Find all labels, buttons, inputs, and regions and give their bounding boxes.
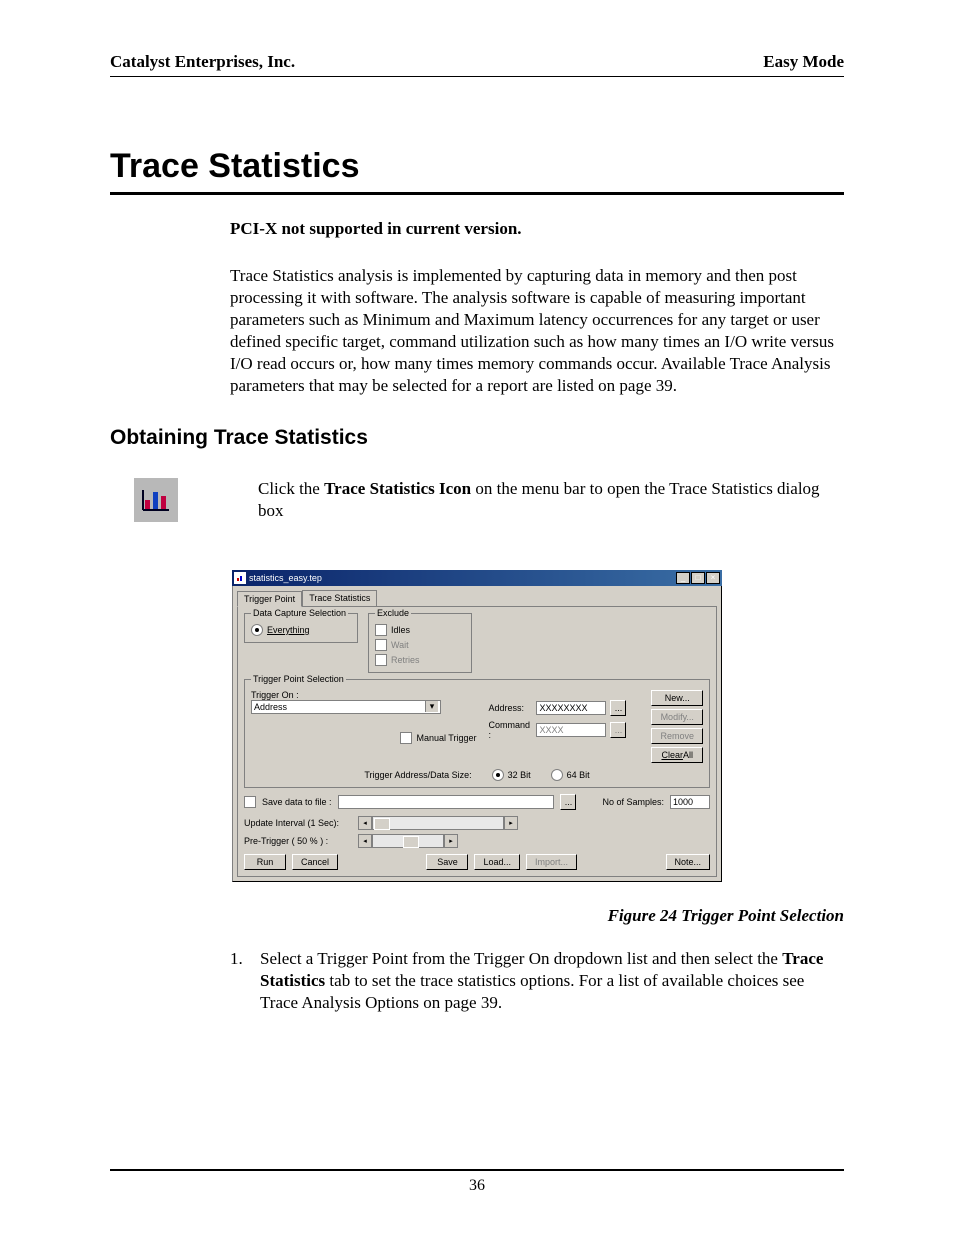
radio-everything[interactable] xyxy=(251,624,263,636)
tab-trace-statistics[interactable]: Trace Statistics xyxy=(302,590,377,606)
app-icon xyxy=(234,572,246,584)
chevron-down-icon: ▾ xyxy=(425,701,438,712)
group-trigger-title: Trigger Point Selection xyxy=(251,674,346,684)
tab-trigger-point[interactable]: Trigger Point xyxy=(237,591,302,607)
command-input xyxy=(536,723,606,737)
pre-trigger-slider[interactable]: ◂ ▸ xyxy=(358,834,458,848)
new-button[interactable]: New... xyxy=(651,690,703,706)
trigger-on-value: Address xyxy=(254,702,287,712)
modify-button: Modify... xyxy=(651,709,703,725)
step-number: 1. xyxy=(230,948,260,1014)
radio-64bit[interactable] xyxy=(551,769,563,781)
address-browse-button[interactable]: ... xyxy=(610,700,626,716)
close-button[interactable]: × xyxy=(706,572,720,584)
step-text: Select a Trigger Point from the Trigger … xyxy=(260,948,844,1014)
maximize-button[interactable]: □ xyxy=(691,572,705,584)
arrow-left-icon[interactable]: ◂ xyxy=(358,834,372,848)
dialog-titlebar[interactable]: statistics_easy.tep _ □ × xyxy=(232,570,722,586)
group-exclude-title: Exclude xyxy=(375,608,411,618)
import-button: Import... xyxy=(526,854,577,870)
command-label: Command : xyxy=(488,720,532,740)
load-button[interactable]: Load... xyxy=(474,854,520,870)
instruction-bold: Trace Statistics Icon xyxy=(324,479,471,498)
checkbox-wait xyxy=(375,639,387,651)
arrow-left-icon[interactable]: ◂ xyxy=(358,816,372,830)
run-button[interactable]: Run xyxy=(244,854,286,870)
header-right: Easy Mode xyxy=(763,52,844,72)
minimize-button[interactable]: _ xyxy=(676,572,690,584)
warning-note: PCI-X not supported in current version. xyxy=(230,219,844,239)
instruction-pre: Click the xyxy=(258,479,324,498)
header-left: Catalyst Enterprises, Inc. xyxy=(110,52,295,72)
checkbox-manual-trigger[interactable] xyxy=(400,732,412,744)
step1-post: tab to set the trace statistics options.… xyxy=(260,971,804,1012)
page-number: 36 xyxy=(0,1177,954,1195)
arrow-right-icon[interactable]: ▸ xyxy=(444,834,458,848)
label-wait: Wait xyxy=(391,640,409,650)
save-button[interactable]: Save xyxy=(426,854,468,870)
address-label: Address: xyxy=(488,703,532,713)
trigger-on-select[interactable]: Address ▾ xyxy=(251,700,441,714)
label-everything: Everything xyxy=(267,625,310,635)
samples-label: No of Samples: xyxy=(602,797,664,807)
note-button[interactable]: Note... xyxy=(666,854,711,870)
clear-all-button[interactable]: Clear All xyxy=(651,747,703,763)
pre-trigger-label: Pre-Trigger ( 50 % ) : xyxy=(244,836,354,846)
checkbox-retries xyxy=(375,654,387,666)
group-data-capture-title: Data Capture Selection xyxy=(251,608,348,618)
label-retries: Retries xyxy=(391,655,420,665)
step1-pre: Select a Trigger Point from the Trigger … xyxy=(260,949,782,968)
page-title: Trace Statistics xyxy=(110,147,844,195)
label-manual-trigger: Manual Trigger xyxy=(416,733,476,743)
dialog-window: statistics_easy.tep _ □ × Trigger Point … xyxy=(232,570,722,882)
save-path-input[interactable] xyxy=(338,795,555,809)
cancel-button[interactable]: Cancel xyxy=(292,854,338,870)
samples-input[interactable] xyxy=(670,795,710,809)
update-interval-slider[interactable]: ◂ ▸ xyxy=(358,816,518,830)
label-32bit: 32 Bit xyxy=(508,770,531,780)
update-interval-label: Update Interval (1 Sec): xyxy=(244,818,354,828)
address-input[interactable] xyxy=(536,701,606,715)
instruction-text: Click the Trace Statistics Icon on the m… xyxy=(258,478,844,522)
intro-paragraph: Trace Statistics analysis is implemented… xyxy=(230,265,844,398)
command-browse-button: ... xyxy=(610,722,626,738)
save-browse-button[interactable]: ... xyxy=(560,794,576,810)
footer-rule xyxy=(110,1169,844,1171)
dialog-title: statistics_easy.tep xyxy=(249,573,322,583)
trigger-addr-label: Trigger Address/Data Size: xyxy=(364,770,471,780)
section-heading: Obtaining Trace Statistics xyxy=(110,426,844,450)
trigger-on-label: Trigger On : xyxy=(251,690,480,700)
label-save-to-file: Save data to file : xyxy=(262,797,332,807)
checkbox-idles[interactable] xyxy=(375,624,387,636)
checkbox-save-to-file[interactable] xyxy=(244,796,256,808)
trace-statistics-icon xyxy=(134,478,178,522)
label-64bit: 64 Bit xyxy=(567,770,590,780)
figure-caption: Figure 24 Trigger Point Selection xyxy=(110,906,844,926)
arrow-right-icon[interactable]: ▸ xyxy=(504,816,518,830)
label-idles: Idles xyxy=(391,625,410,635)
remove-button: Remove xyxy=(651,728,703,744)
radio-32bit[interactable] xyxy=(492,769,504,781)
